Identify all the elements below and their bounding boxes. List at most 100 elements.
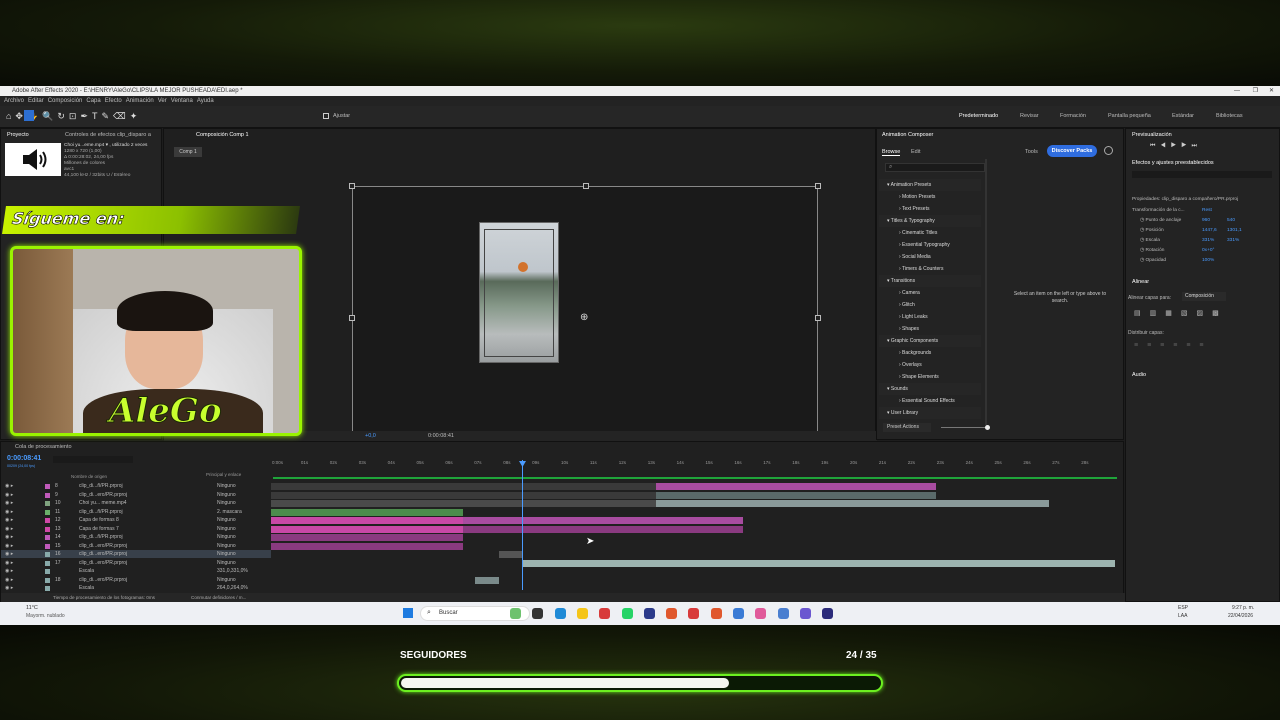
start-icon[interactable] [403,608,413,618]
layer-vis-icon-5[interactable]: ◉ ▸ [5,525,13,533]
layer-parent-1[interactable]: Ninguno [217,491,236,499]
weather-temp[interactable]: 11°C [26,605,38,611]
workspace-tab-5[interactable]: Bibliotecas [1216,113,1243,119]
playback-controls[interactable]: ⏮◀▶▶⏭ [1150,143,1202,150]
weather-desc[interactable]: Mayorm. nublado [26,613,65,619]
layer-label-color-7[interactable] [45,543,50,549]
toggle-switches-label[interactable]: Conmutar definidores / m... [191,595,246,600]
tree-item-17[interactable]: ▾ Sounds [879,383,981,395]
layer-bar-8[interactable] [499,551,523,558]
selection-tool-icon[interactable] [24,110,34,121]
effects-search-input[interactable] [1132,171,1272,178]
layer-vis-icon-8[interactable]: ◉ ▸ [5,550,13,558]
prop-value1-4[interactable]: 100% [1202,258,1214,263]
maximize-icon[interactable]: ❐ [1253,86,1258,96]
layer-name-0[interactable]: clip_di...ñ/PR.prproj [79,482,123,490]
layer-parent-6[interactable]: Ninguno [217,533,236,541]
layer-label-color-10[interactable] [45,569,50,574]
handle-top[interactable] [583,183,589,189]
workspace-tab-0[interactable]: Predeterminado [959,113,998,119]
workspace-tab-1[interactable]: Revisar [1020,113,1039,119]
tree-item-1[interactable]: › Motion Presets [879,191,981,203]
layer-name-7[interactable]: clip_di...ero/PR.prproj [79,542,127,550]
layer-row-1[interactable]: ◉ ▸ 9 clip_di...ero/PR.prproj Ninguno [1,491,271,499]
tree-item-7[interactable]: › Timers & Counters [879,263,981,275]
layer-label-color-0[interactable] [45,484,50,489]
tree-item-5[interactable]: › Essential Typography [879,239,981,251]
align-to-dropdown[interactable]: Composición [1182,292,1226,301]
comp-breadcrumb[interactable]: Comp 1 [174,147,202,157]
layer-row-6[interactable]: ◉ ▸ 14 clip_di...ñ/PR.prproj Ninguno [1,533,271,541]
render-queue-tab[interactable]: Cola de procesamiento [15,444,72,450]
clock-time[interactable]: 9:27 p. m. [1232,605,1254,611]
prop-value1-2[interactable]: 331% [1202,238,1214,243]
layer-row-7[interactable]: ◉ ▸ 15 clip_di...ero/PR.prproj Ninguno [1,542,271,550]
layer-bar-5[interactable] [271,525,463,533]
taskbar-app-icon-5[interactable] [621,608,633,619]
layer-vis-icon-4[interactable]: ◉ ▸ [5,516,13,524]
layer-row-0[interactable]: ◉ ▸ 8 clip_di...ñ/PR.prproj Ninguno [1,482,271,490]
layer-name-5[interactable]: Capa de formas 7 [79,525,119,533]
layer-name-8[interactable]: clip_di...ero/PR.prproj [79,550,127,558]
tree-item-16[interactable]: › Shape Elements [879,371,981,383]
tree-item-11[interactable]: › Light Leaks [879,311,981,323]
layer-bar-6[interactable] [271,534,463,541]
tree-item-8[interactable]: ▾ Transitions [879,275,981,287]
tree-item-14[interactable]: › Backgrounds [879,347,981,359]
layer-name-9[interactable]: clip_di...ero/PR.prproj [79,559,127,567]
layer-bar-ext-5[interactable] [463,525,743,533]
taskbar-app-icon-11[interactable] [755,608,767,619]
layer-parent-7[interactable]: Ninguno [217,542,236,550]
layer-parent-5[interactable]: Ninguno [217,525,236,533]
align-buttons[interactable]: ▤▥▦▧▨▩ [1134,309,1228,317]
layer-name-12[interactable]: Escala [79,584,94,592]
work-area-bar[interactable] [273,477,1117,479]
layer-name-11[interactable]: clip_di...ero/PR.prproj [79,576,127,584]
layer-bar-4[interactable] [271,517,463,524]
taskbar-app-icon-2[interactable] [554,608,566,619]
tab-browse[interactable]: Browse [882,149,901,156]
taskbar-app-icon-8[interactable] [688,608,700,619]
menu-item-7[interactable]: Ventana [171,98,193,104]
layer-bar-9[interactable] [523,559,1115,567]
layer-vis-icon-0[interactable]: ◉ ▸ [5,482,13,490]
tab-composition[interactable]: Composición Comp 1 [196,132,249,138]
layer-parent-9[interactable]: Ninguno [217,559,236,567]
layer-parent-3[interactable]: 2. mascara [217,508,242,516]
layer-label-color-11[interactable] [45,577,50,583]
close-icon[interactable]: ✕ [1269,86,1274,96]
layer-row-2[interactable]: ◉ ▸ 10 Choi yu... meme.mp4 Ninguno [1,499,271,507]
distribute-buttons[interactable]: ≡≡≡≡≡≡ [1134,342,1213,349]
tree-item-2[interactable]: › Text Presets [879,203,981,215]
tree-item-6[interactable]: › Social Media [879,251,981,263]
layer-parent-11[interactable]: Ninguno [217,576,236,584]
layer-vis-icon-12[interactable]: ◉ ▸ [5,584,13,592]
menu-item-0[interactable]: Archivo [4,98,24,104]
tree-item-0[interactable]: ▾ Animation Presets [879,179,981,191]
handle-top-left[interactable] [349,183,355,189]
layer-name-4[interactable]: Capa de formas 8 [79,516,119,524]
layer-row-5[interactable]: ◉ ▸ 13 Capa de formas 7 Ninguno [1,525,271,533]
tree-item-18[interactable]: › Essential Sound Effects [879,395,981,407]
tree-item-19[interactable]: ▾ User Library [879,407,981,419]
layer-bar-1[interactable] [271,491,656,499]
tree-item-4[interactable]: › Cinematic Titles [879,227,981,239]
tab-project[interactable]: Proyecto [7,132,29,138]
layer-row-3[interactable]: ◉ ▸ 11 clip_di...ñ/PR.prproj 2. mascara [1,508,271,516]
discover-packs-button[interactable]: Discover Packs [1047,145,1097,157]
layer-row-11[interactable]: ◉ ▸ 18 clip_di...ero/PR.prproj Ninguno [1,576,271,584]
menu-item-3[interactable]: Capa [86,98,100,104]
layer-parent-10[interactable]: 331,0,331,0% [217,567,248,575]
layer-vis-icon-9[interactable]: ◉ ▸ [5,559,13,567]
layer-parent-8[interactable]: Ninguno [217,550,236,558]
menu-item-2[interactable]: Composición [48,98,83,104]
layer-parent-4[interactable]: Ninguno [217,516,236,524]
clock-date[interactable]: 22/04/2026 [1228,613,1253,619]
snap-checkbox[interactable] [323,113,329,119]
playhead-line[interactable] [522,460,523,590]
timeline-timecode[interactable]: 0:00:08:41 [7,455,41,462]
layer-row-9[interactable]: ◉ ▸ 17 clip_di...ero/PR.prproj Ninguno [1,559,271,567]
layer-name-2[interactable]: Choi yu... meme.mp4 [79,499,127,507]
layer-parent-12[interactable]: 264,0,264,0% [217,584,248,592]
taskbar-app-icon-12[interactable] [777,608,789,619]
